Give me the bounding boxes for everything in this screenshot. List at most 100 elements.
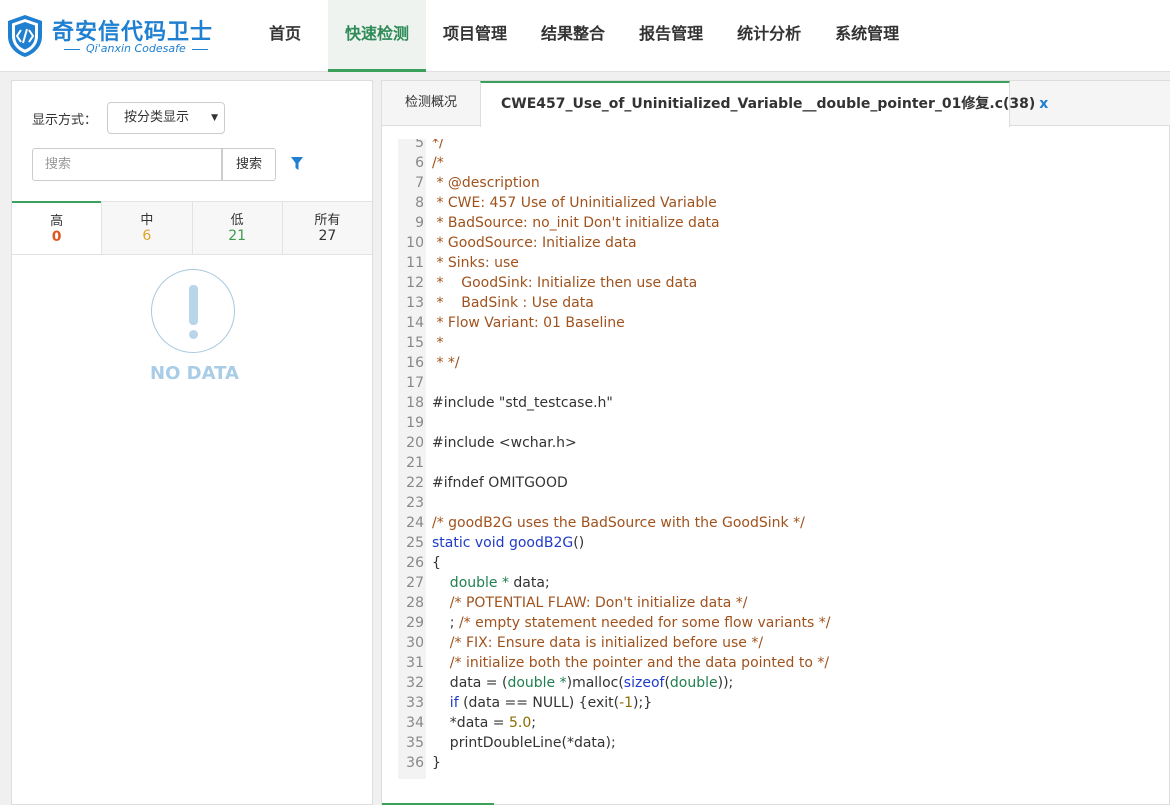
nav-quick-scan[interactable]: 快速检测 <box>328 0 427 72</box>
tab-overview[interactable]: 检测概况 <box>382 81 480 126</box>
code-text: * */ <box>432 355 460 371</box>
severity-count: 27 <box>318 228 337 244</box>
line-number: 31 <box>406 655 424 671</box>
severity-count: 6 <box>142 228 152 244</box>
line-number: 23 <box>406 495 424 511</box>
code-text: /* initialize both the pointer and the d… <box>432 655 830 671</box>
code-text: printDoubleLine(*data); <box>432 735 616 751</box>
line-number: 6 <box>415 155 424 171</box>
severity-tabs: 高 0 中 6 低 21 所有 27 <box>12 201 372 255</box>
code-line: 8 * CWE: 457 Use of Uninitialized Variab… <box>398 193 1170 213</box>
severity-label: 高 <box>50 214 64 229</box>
line-number: 22 <box>406 475 424 491</box>
code-text: * <box>432 335 444 351</box>
line-number: 32 <box>406 675 424 691</box>
line-number: 10 <box>406 235 424 251</box>
nav-result-integration[interactable]: 结果整合 <box>524 0 622 72</box>
code-line: 34 *data = 5.0; <box>398 713 1170 733</box>
code-text: * BadSource: no_init Don't initialize da… <box>432 215 720 231</box>
code-text: #include "std_testcase.h" <box>432 395 613 411</box>
nav-statistics[interactable]: 统计分析 <box>720 0 818 72</box>
severity-label: 所有 <box>314 213 341 228</box>
code-line: 32 data = (double *)malloc(sizeof(double… <box>398 673 1170 693</box>
tab-severity-low[interactable]: 低 21 <box>191 202 282 254</box>
code-line: 30 /* FIX: Ensure data is initialized be… <box>398 633 1170 653</box>
caret-down-icon: ▼ <box>211 113 218 123</box>
code-editor[interactable]: 5 */6/* 7 * @description 8 * CWE: 457 Use o… <box>398 139 1170 779</box>
logo[interactable]: 奇安信代码卫士 Qi'anxin Codesafe <box>6 10 216 62</box>
tab-severity-all[interactable]: 所有 27 <box>281 202 372 254</box>
code-line: 25 static void goodB2G() <box>398 533 1170 553</box>
line-number: 34 <box>406 715 424 731</box>
line-number: 7 <box>415 175 424 191</box>
code-line: 26 { <box>398 553 1170 573</box>
severity-label: 低 <box>230 213 244 228</box>
line-number: 19 <box>406 415 424 431</box>
line-number: 17 <box>406 375 424 391</box>
code-line: 9 * BadSource: no_init Don't initialize … <box>398 213 1170 233</box>
code-line: 5 */ <box>398 139 1170 153</box>
empty-state: NO DATA <box>150 269 239 384</box>
severity-count: 21 <box>228 228 247 244</box>
line-number: 8 <box>415 195 424 211</box>
tab-severity-medium[interactable]: 中 6 <box>101 202 192 254</box>
severity-label: 中 <box>140 213 154 228</box>
filter-funnel-icon[interactable] <box>290 156 304 172</box>
top-header: 奇安信代码卫士 Qi'anxin Codesafe 首页 快速检测 项目管理 结… <box>0 0 1170 72</box>
code-text: *data = 5.0; <box>432 715 536 731</box>
line-number: 16 <box>406 355 424 371</box>
code-text: static void goodB2G() <box>432 535 585 551</box>
display-mode-select[interactable]: 按分类显示 ▼ <box>107 102 225 134</box>
search-button[interactable]: 搜索 <box>222 148 276 181</box>
line-number: 14 <box>406 315 424 331</box>
code-line: 36} <box>398 753 1170 773</box>
code-text: * GoodSource: Initialize data <box>432 235 637 251</box>
code-line: 24 /* goodB2G uses the BadSource with the… <box>398 513 1170 533</box>
code-text: ; /* empty statement needed for some flo… <box>432 615 831 631</box>
empty-state-text: NO DATA <box>150 363 239 384</box>
code-text: * @description <box>432 175 540 191</box>
code-line: 13 * BadSink : Use data <box>398 293 1170 313</box>
code-text: double * data; <box>432 575 550 591</box>
line-number: 5 <box>415 139 424 151</box>
line-number: 25 <box>406 535 424 551</box>
code-shield-icon <box>8 15 42 57</box>
nav-report-management[interactable]: 报告管理 <box>622 0 720 72</box>
code-line: 35 printDoubleLine(*data); <box>398 733 1170 753</box>
line-number: 12 <box>406 275 424 291</box>
code-text: /* FIX: Ensure data is initialized befor… <box>432 635 764 651</box>
close-icon[interactable]: x <box>1039 96 1048 112</box>
display-mode-value: 按分类显示 <box>124 110 190 125</box>
code-line: 23 <box>398 493 1170 513</box>
line-number: 24 <box>406 515 424 531</box>
exclamation-circle-icon <box>151 269 235 353</box>
code-line: 15 * <box>398 333 1170 353</box>
code-line: 31 /* initialize both the pointer and th… <box>398 653 1170 673</box>
code-line: 28 /* POTENTIAL FLAW: Don't initialize d… <box>398 593 1170 613</box>
main-nav: 首页 快速检测 项目管理 结果整合 报告管理 统计分析 系统管理 <box>242 0 916 72</box>
nav-home[interactable]: 首页 <box>242 0 328 72</box>
tab-source-file-label: CWE457_Use_of_Uninitialized_Variable__do… <box>501 96 1036 112</box>
tab-source-file[interactable]: CWE457_Use_of_Uninitialized_Variable__do… <box>480 81 1048 127</box>
line-number: 33 <box>406 695 424 711</box>
code-text: * Sinks: use <box>432 255 519 271</box>
search-input[interactable]: 搜索 <box>32 148 222 181</box>
code-line: 29 ; /* empty statement needed for some … <box>398 613 1170 633</box>
code-line: 12 * GoodSink: Initialize then use data <box>398 273 1170 293</box>
code-line: 16 * */ <box>398 353 1170 373</box>
code-line: 19 <box>398 413 1170 433</box>
line-number: 36 <box>406 755 424 771</box>
tab-severity-high[interactable]: 高 0 <box>12 201 102 254</box>
code-line: 21 <box>398 453 1170 473</box>
code-line: 22 #ifndef OMITGOOD <box>398 473 1170 493</box>
nav-project-management[interactable]: 项目管理 <box>426 0 524 72</box>
line-number: 30 <box>406 635 424 651</box>
code-line: 18 #include "std_testcase.h" <box>398 393 1170 413</box>
code-viewer-panel: 检测概况 CWE457_Use_of_Uninitialized_Variabl… <box>381 80 1170 805</box>
nav-system-management[interactable]: 系统管理 <box>818 0 916 72</box>
line-number: 15 <box>406 335 424 351</box>
line-number: 28 <box>406 595 424 611</box>
code-line: 10 * GoodSource: Initialize data <box>398 233 1170 253</box>
viewer-tabs: 检测概况 CWE457_Use_of_Uninitialized_Variabl… <box>382 81 1170 127</box>
code-line: 27 double * data; <box>398 573 1170 593</box>
